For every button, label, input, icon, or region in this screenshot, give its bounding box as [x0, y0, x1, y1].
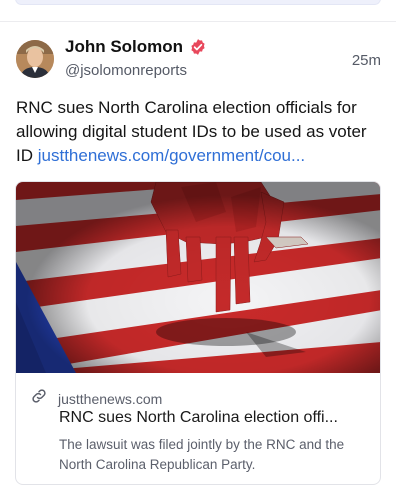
link-preview-card[interactable]: justthenews.com RNC sues North Carolina … [15, 181, 381, 485]
author-name[interactable]: John Solomon [65, 37, 183, 57]
author-row: John Solomon [65, 37, 207, 57]
card-title[interactable]: RNC sues North Carolina election offi... [59, 409, 374, 427]
verified-badge-icon [189, 38, 207, 56]
card-domain-row: justthenews.com [30, 387, 162, 410]
avatar[interactable] [16, 40, 54, 78]
link-icon [30, 387, 48, 410]
link-preview-image [16, 182, 380, 373]
post-text: RNC sues North Carolina election officia… [16, 96, 384, 168]
author-handle[interactable]: @jsolomonreports [65, 62, 187, 79]
card-domain: justthenews.com [58, 390, 163, 407]
post-timestamp: 25m [351, 52, 381, 69]
post-link[interactable]: justthenews.com/government/cou... [38, 146, 305, 165]
feed-divider [0, 21, 396, 22]
card-description: The lawsuit was filed jointly by the RNC… [59, 437, 345, 472]
previous-item-strip [15, 0, 381, 5]
